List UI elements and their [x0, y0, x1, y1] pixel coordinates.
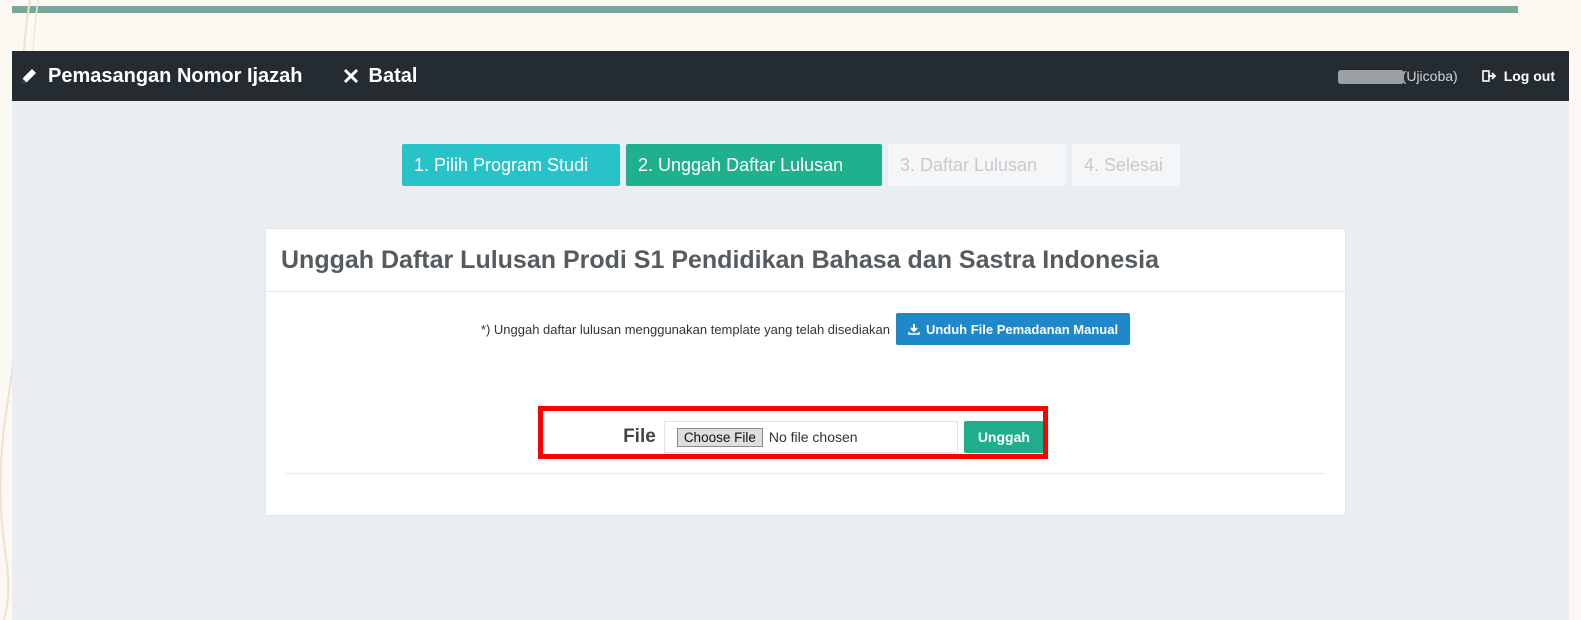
logout-button[interactable]: Log out [1481, 68, 1555, 84]
app-window: Pemasangan Nomor Ijazah Batal (Ujicoba) … [12, 51, 1569, 620]
navbar: Pemasangan Nomor Ijazah Batal (Ujicoba) … [12, 51, 1569, 101]
page-title-text: Pemasangan Nomor Ijazah [48, 64, 303, 87]
pencil-icon [20, 67, 38, 85]
logout-label: Log out [1503, 68, 1555, 84]
step-selesai: 4. Selesai [1072, 144, 1180, 186]
step-unggah-daftar-lulusan[interactable]: 2. Unggah Daftar Lulusan [626, 144, 882, 186]
download-template-label: Unduh File Pemadanan Manual [925, 321, 1119, 337]
upload-panel: Unggah Daftar Lulusan Prodi S1 Pendidika… [265, 228, 1346, 516]
template-note-row: *) Unggah daftar lulusan menggunakan tem… [266, 313, 1345, 345]
top-decorative-rule [12, 6, 1518, 13]
download-template-button[interactable]: Unduh File Pemadanan Manual [895, 313, 1131, 345]
wizard-steps: 1. Pilih Program Studi 2. Unggah Daftar … [402, 144, 1180, 186]
user-identity: (Ujicoba) [1337, 68, 1458, 84]
close-icon [343, 68, 359, 84]
cancel-label: Batal [368, 64, 418, 87]
page-title: Pemasangan Nomor Ijazah [20, 65, 303, 88]
cancel-button[interactable]: Batal [343, 64, 418, 88]
highlight-box [538, 406, 1048, 459]
panel-title: Unggah Daftar Lulusan Prodi S1 Pendidika… [266, 229, 1345, 292]
step-pilih-program-studi[interactable]: 1. Pilih Program Studi [402, 144, 620, 186]
step-daftar-lulusan: 3. Daftar Lulusan [888, 144, 1066, 186]
redaction-mask [1337, 70, 1404, 84]
template-note: *) Unggah daftar lulusan menggunakan tem… [480, 321, 890, 337]
navbar-right: (Ujicoba) Log out [1337, 51, 1555, 101]
panel-divider [285, 473, 1326, 474]
download-icon [908, 323, 920, 335]
sign-out-icon [1481, 70, 1496, 82]
